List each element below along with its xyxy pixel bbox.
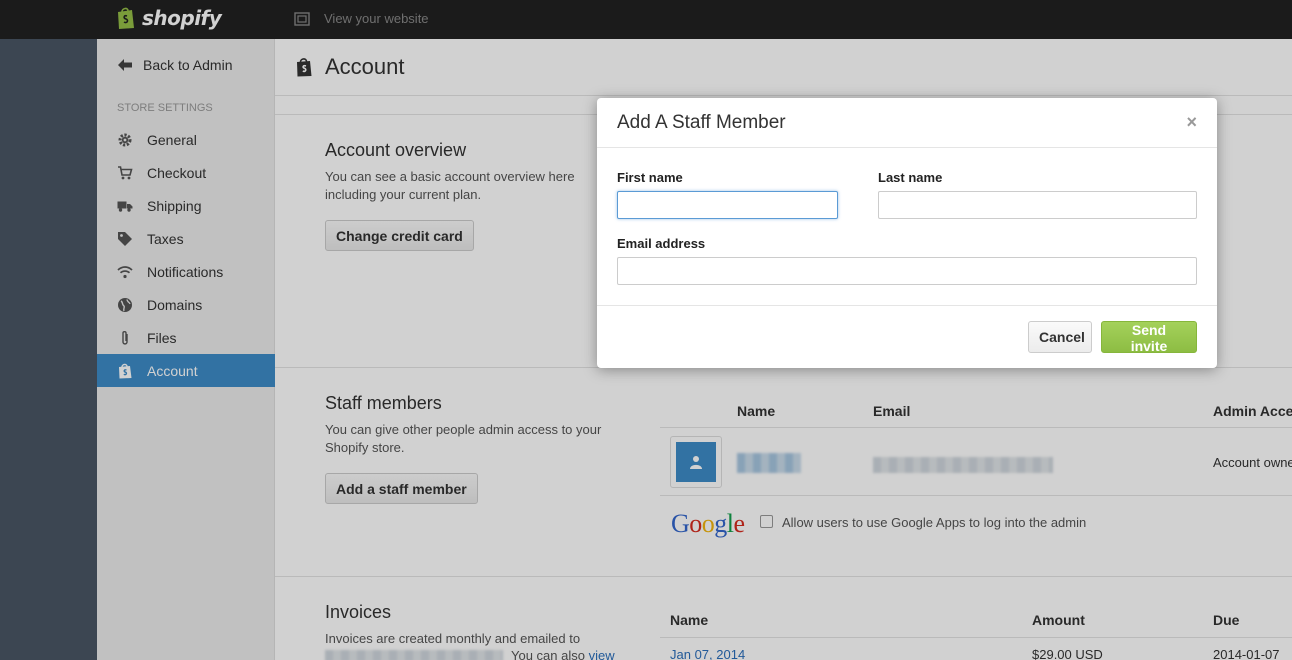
email-field[interactable] <box>617 257 1197 285</box>
dialog-title: Add A Staff Member <box>617 112 786 133</box>
add-staff-member-dialog: Add A Staff Member × First name Last nam… <box>597 98 1217 368</box>
cancel-button[interactable]: Cancel <box>1028 321 1092 353</box>
last-name-field[interactable] <box>878 191 1197 219</box>
first-name-label: First name <box>617 170 683 185</box>
close-icon[interactable]: × <box>1186 112 1197 133</box>
dialog-header: Add A Staff Member × <box>597 98 1217 148</box>
dialog-footer: Cancel Send invite <box>597 305 1217 368</box>
first-name-field[interactable] <box>617 191 838 219</box>
email-address-label: Email address <box>617 236 706 251</box>
send-invite-button[interactable]: Send invite <box>1101 321 1197 354</box>
last-name-label: Last name <box>878 170 943 185</box>
